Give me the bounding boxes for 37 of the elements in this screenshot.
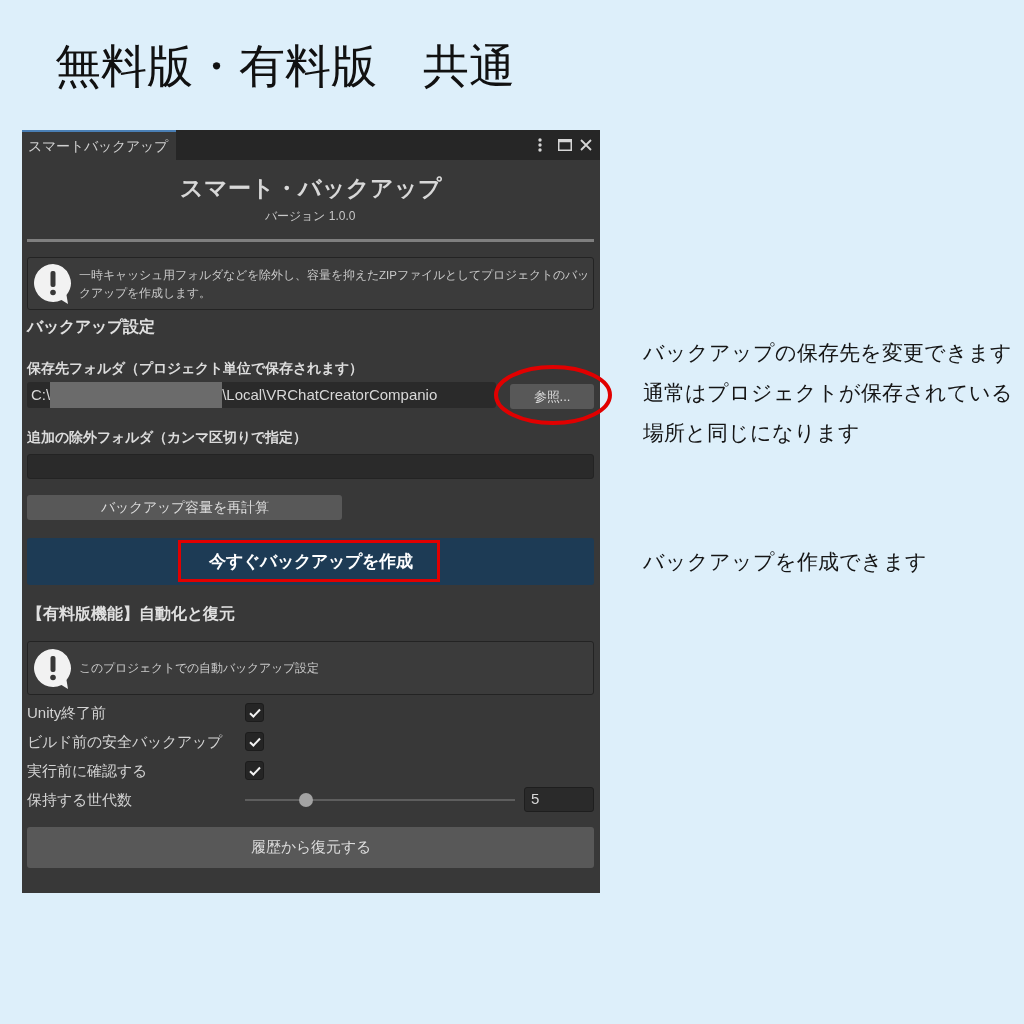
- annotation-text: バックアップの保存先を変更できます 通常はプロジェクトが保存されている 場所と同じになります: [643, 340, 1013, 446]
- slider-track[interactable]: [245, 792, 515, 807]
- page-heading: 無料版・有料版 共通: [55, 39, 515, 94]
- window-title: スマート・バックアップ: [179, 174, 442, 203]
- window-tab[interactable]: スマートバックアップ: [22, 130, 176, 160]
- field-label: 保存先フォルダ（プロジェクト単位で保存されます）: [27, 359, 363, 378]
- path-text: C:\: [31, 384, 51, 405]
- create-backup-button[interactable]: 今すぐバックアップを作成: [27, 538, 594, 585]
- exclamation-bubble-icon: [33, 263, 73, 304]
- annotation-text: バックアップを作成できます: [643, 549, 927, 575]
- checkmark-icon: [248, 736, 261, 747]
- option-label: Unity終了前: [27, 703, 107, 721]
- maximize-icon: [558, 139, 572, 151]
- version-text: バージョン 1.0.0: [265, 208, 356, 224]
- notice-text: 一時キャッシュ用フォルダなどを除外し、容量を抑えたZIPファイルとしてプロジェクトのバックアップを作成します。: [79, 267, 589, 301]
- restore-button[interactable]: 履歴から復元する: [27, 827, 594, 868]
- number-field[interactable]: 5: [524, 787, 594, 812]
- field-label: 追加の除外フォルダ（カンマ区切りで指定）: [27, 428, 307, 447]
- checkbox[interactable]: [245, 703, 264, 722]
- recalculate-button[interactable]: バックアップ容量を再計算: [27, 495, 342, 520]
- checkmark-icon: [248, 707, 261, 718]
- option-label: 保持する世代数: [27, 790, 132, 808]
- notice-text: このプロジェクトでの自動バックアップ設定: [79, 661, 319, 676]
- exclamation-bubble-icon: [33, 647, 73, 689]
- section-heading: 【有料版機能】自動化と復元: [27, 604, 235, 624]
- path-text: \Local\VRChatCreatorCompanio: [222, 384, 438, 405]
- close-icon: [580, 139, 592, 151]
- checkbox[interactable]: [245, 761, 264, 780]
- checkmark-icon: [248, 765, 261, 776]
- folder-path-field[interactable]: C:\ \Local\VRChatCreatorCompanio: [27, 382, 496, 408]
- browse-button[interactable]: 参照...: [510, 384, 594, 409]
- checkbox[interactable]: [245, 732, 264, 751]
- kebab-menu-icon: [538, 138, 542, 152]
- section-heading: バックアップ設定: [27, 317, 155, 337]
- slider-thumb[interactable]: [298, 792, 313, 807]
- option-label: 実行前に確認する: [27, 761, 147, 779]
- option-label: ビルド前の安全バックアップ: [27, 732, 222, 750]
